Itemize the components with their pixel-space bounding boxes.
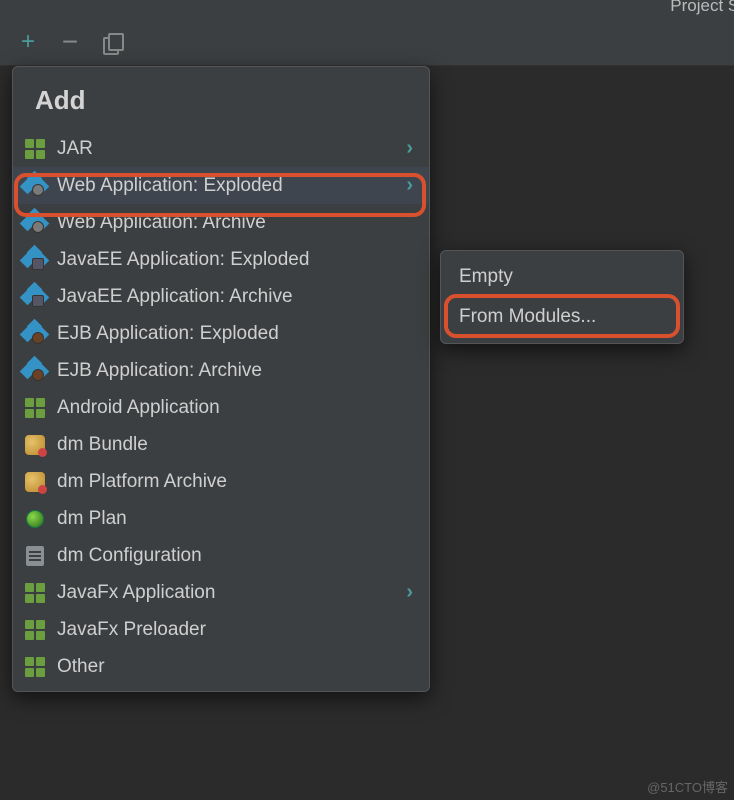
menu-item[interactable]: dm Configuration (13, 537, 429, 574)
copy-button[interactable] (102, 32, 122, 52)
menu-item[interactable]: JavaFx Preloader (13, 611, 429, 648)
jar-icon (23, 396, 47, 420)
menu-item[interactable]: Web Application: Exploded› (13, 167, 429, 204)
menu-item[interactable]: JavaFx Application› (13, 574, 429, 611)
menu-item[interactable]: JavaEE Application: Exploded (13, 241, 429, 278)
ejb-icon (23, 322, 47, 346)
menu-item-label: Web Application: Archive (57, 212, 419, 234)
menu-item-label: JavaEE Application: Archive (57, 286, 419, 308)
add-button[interactable]: + (18, 32, 38, 52)
bundle-icon (23, 433, 47, 457)
menu-item-label: dm Plan (57, 508, 419, 530)
plus-icon: + (21, 28, 35, 56)
javaee-icon (23, 248, 47, 272)
add-popup-menu: Add JAR›Web Application: Exploded›Web Ap… (12, 66, 430, 692)
menu-item-label: Other (57, 656, 419, 678)
submenu-item-label: Empty (459, 266, 673, 288)
menu-item-label: JavaEE Application: Exploded (57, 249, 419, 271)
menu-item-label: EJB Application: Exploded (57, 323, 419, 345)
javaee-icon (23, 285, 47, 309)
menu-item[interactable]: Web Application: Archive (13, 204, 429, 241)
menu-item-label: dm Platform Archive (57, 471, 419, 493)
menu-item-label: dm Bundle (57, 434, 419, 456)
file-icon (23, 544, 47, 568)
menu-item-label: EJB Application: Archive (57, 360, 419, 382)
menu-item[interactable]: JAR› (13, 130, 429, 167)
window-header: Project St (0, 0, 734, 18)
menu-item[interactable]: Other (13, 648, 429, 685)
jar-icon (23, 618, 47, 642)
submenu-item-label: From Modules... (459, 306, 673, 328)
bundle-icon (23, 470, 47, 494)
jar-icon (23, 581, 47, 605)
remove-button[interactable]: − (60, 32, 80, 52)
menu-item[interactable]: Android Application (13, 389, 429, 426)
menu-item-label: JAR (57, 138, 406, 160)
jar-icon (23, 655, 47, 679)
copy-icon (103, 33, 121, 51)
menu-item[interactable]: EJB Application: Archive (13, 352, 429, 389)
chevron-right-icon: › (406, 174, 413, 197)
menu-item-label: JavaFx Preloader (57, 619, 419, 641)
window-title: Project St (670, 0, 734, 16)
menu-item[interactable]: dm Platform Archive (13, 463, 429, 500)
menu-item[interactable]: dm Bundle (13, 426, 429, 463)
add-submenu: Empty From Modules... (440, 250, 684, 344)
watermark: @51CTO博客 (647, 777, 728, 796)
submenu-item[interactable]: Empty (441, 257, 683, 297)
plan-icon (23, 507, 47, 531)
toolbar: + − (0, 18, 734, 66)
menu-item-label: Android Application (57, 397, 419, 419)
web-icon (23, 211, 47, 235)
menu-item-label: dm Configuration (57, 545, 419, 567)
chevron-right-icon: › (406, 581, 413, 604)
menu-item-label: Web Application: Exploded (57, 175, 406, 197)
menu-item-label: JavaFx Application (57, 582, 406, 604)
menu-item[interactable]: dm Plan (13, 500, 429, 537)
chevron-right-icon: › (406, 137, 413, 160)
minus-icon: − (62, 26, 78, 58)
web-icon (23, 174, 47, 198)
menu-item[interactable]: JavaEE Application: Archive (13, 278, 429, 315)
submenu-item[interactable]: From Modules... (441, 297, 683, 337)
menu-title: Add (13, 67, 429, 130)
jar-icon (23, 137, 47, 161)
menu-item[interactable]: EJB Application: Exploded (13, 315, 429, 352)
ejb-icon (23, 359, 47, 383)
